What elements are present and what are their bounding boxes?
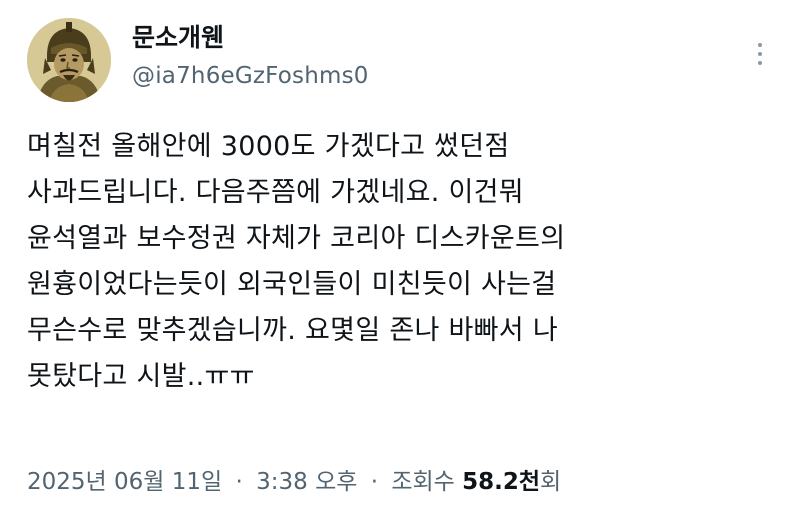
separator-dot: · xyxy=(235,469,243,495)
post-time[interactable]: 3:38 오후 xyxy=(256,469,357,495)
more-vertical-icon xyxy=(758,61,762,65)
avatar[interactable] xyxy=(27,18,111,102)
post-date[interactable]: 2025년 06월 11일 xyxy=(27,469,222,495)
views-label: 조회수 xyxy=(391,469,455,495)
tweet-text-line: 사과드립니다. 다음주쯤에 가겠네요. 이건뭐 xyxy=(27,177,524,208)
more-vertical-icon xyxy=(758,43,762,47)
more-options-button[interactable] xyxy=(745,32,775,76)
author-handle[interactable]: @ia7h6eGzFoshms0 xyxy=(132,60,369,92)
tweet-text-line: 원흉이었다는듯이 외국인들이 미친듯이 사는걸 xyxy=(27,269,557,300)
tweet-text-line: 무슨수로 맞추겠습니까. 요몇일 존나 바빠서 나 xyxy=(27,315,558,346)
more-vertical-icon xyxy=(758,52,762,56)
views-suffix: 회 xyxy=(540,469,562,495)
tweet-text: 며칠전 올해안에 3000도 가겠다고 썼던점 사과드립니다. 다음주쯤에 가겠… xyxy=(27,124,777,400)
tweet-text-line: 윤석열과 보수정권 자체가 코리아 디스카운트의 xyxy=(27,223,566,254)
tweet-text-line: 며칠전 올해안에 3000도 가겠다고 썼던점 xyxy=(27,131,510,162)
tweet-metadata: 2025년 06월 11일 · 3:38 오후 · 조회수 58.2천회 xyxy=(27,466,561,498)
warrior-portrait-icon xyxy=(27,18,111,102)
views-count[interactable]: 58.2천 xyxy=(462,469,540,495)
tweet-card: 문소개웬 @ia7h6eGzFoshms0 며칠전 올해안에 3000도 가겠다… xyxy=(0,0,800,516)
tweet-text-line: 못탔다고 시발..ㅠㅠ xyxy=(27,361,255,392)
author-display-name[interactable]: 문소개웬 xyxy=(132,22,224,54)
separator-dot: · xyxy=(370,469,379,495)
